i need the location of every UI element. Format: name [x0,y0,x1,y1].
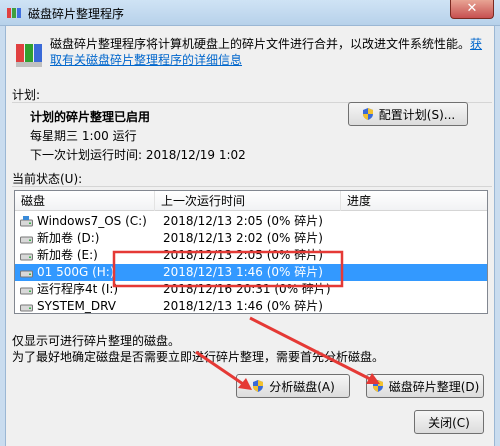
drive-icon [20,304,33,312]
disk-last-run: 2018/12/13 1:46 (0% 碎片) [163,265,323,279]
uac-shield-icon [372,380,383,392]
title-bar: 磁盘碎片整理程序 ✕ [0,0,500,26]
disk-name: 新加卷 (E:) [37,248,98,262]
disk-name: 01 500G (H:) [37,265,115,279]
defrag-disk-button[interactable]: 磁盘碎片整理(D) [366,374,484,398]
window-frame-left [0,26,6,446]
drive-icon [20,270,33,278]
schedule-status: 计划的碎片整理已启用 [30,110,151,124]
window-title: 磁盘碎片整理程序 [28,7,125,21]
close-button[interactable]: 关闭(C) [414,410,484,434]
schedule-frequency: 每星期三 1:00 运行 [30,129,137,143]
disk-list[interactable]: 磁盘 上一次运行时间 进度 Windows7_OS (C:) 2018/12/13… [14,190,488,314]
disk-row[interactable]: 01 500G (H:) 2018/12/13 1:46 (0% 碎片) [15,264,487,281]
disk-last-run: 2018/12/13 2:02 (0% 碎片) [163,231,323,245]
disk-list-header: 磁盘 上一次运行时间 进度 [15,191,487,211]
disk-row[interactable]: Windows7_OS (C:) 2018/12/13 2:05 (0% 碎片) [15,213,487,230]
intro-description: 磁盘碎片整理程序将计算机硬盘上的碎片文件进行合并，以改进文件系统性能。获取有关磁… [50,36,490,68]
analyze-disk-label: 分析磁盘(A) [269,379,335,394]
disk-row[interactable]: 新加卷 (E:) 2018/12/13 2:05 (0% 碎片) [15,247,487,264]
intro-text: 磁盘碎片整理程序将计算机硬盘上的碎片文件进行合并，以改进文件系统性能。 [50,37,471,51]
disk-progress [349,281,487,298]
disk-name: Windows7_OS (C:) [37,214,147,228]
schedule-next-run: 下一次计划运行时间: 2018/12/19 1:02 [30,148,246,162]
window-close-button[interactable]: ✕ [450,0,494,19]
disk-last-run: 2018/12/13 1:46 (0% 碎片) [163,299,323,313]
defrag-app-icon [7,8,21,18]
disk-name: 新加卷 (D:) [37,231,100,245]
note-line-2: 为了最好地确定磁盘是否需要立即进行碎片整理，需要首先分析磁盘。 [12,350,385,364]
disk-last-run: 2018/12/13 2:05 (0% 碎片) [163,214,323,228]
drive-icon [20,287,33,295]
close-button-label: 关闭(C) [428,415,470,430]
status-divider [12,186,492,187]
uac-shield-icon [362,108,373,120]
disk-progress [349,247,487,264]
current-status-label: 当前状态(U): [12,172,83,186]
configure-schedule-button[interactable]: 配置计划(S)... [348,102,468,126]
defrag-icon [16,44,42,67]
disk-name: 运行程序4t (I:) [37,282,119,296]
disk-progress [349,230,487,247]
disk-progress [349,213,487,230]
os-drive-icon [20,216,33,227]
note-line-1: 仅显示可进行碎片整理的磁盘。 [12,334,181,348]
disk-row[interactable]: 运行程序4t (I:) 2018/12/16 20:31 (0% 碎片) [15,281,487,298]
schedule-label: 计划: [12,88,41,102]
drive-icon [20,253,33,261]
column-header-disk[interactable]: 磁盘 [15,191,155,211]
disk-progress [349,298,487,313]
uac-shield-icon [253,380,264,392]
drive-icon [20,236,33,244]
window-frame-right [494,26,500,446]
column-header-last-run[interactable]: 上一次运行时间 [155,191,341,211]
disk-row[interactable]: SYSTEM_DRV 2018/12/13 1:46 (0% 碎片) [15,298,487,313]
disk-name: SYSTEM_DRV [37,299,116,313]
configure-schedule-label: 配置计划(S)... [378,107,456,122]
disk-last-run: 2018/12/16 20:31 (0% 碎片) [163,282,331,296]
defrag-disk-label: 磁盘碎片整理(D) [388,379,480,394]
analyze-disk-button[interactable]: 分析磁盘(A) [236,374,350,398]
column-header-progress[interactable]: 进度 [341,191,487,211]
disk-row[interactable]: 新加卷 (D:) 2018/12/13 2:02 (0% 碎片) [15,230,487,247]
disk-last-run: 2018/12/13 2:05 (0% 碎片) [163,248,323,262]
disk-progress [349,264,487,281]
